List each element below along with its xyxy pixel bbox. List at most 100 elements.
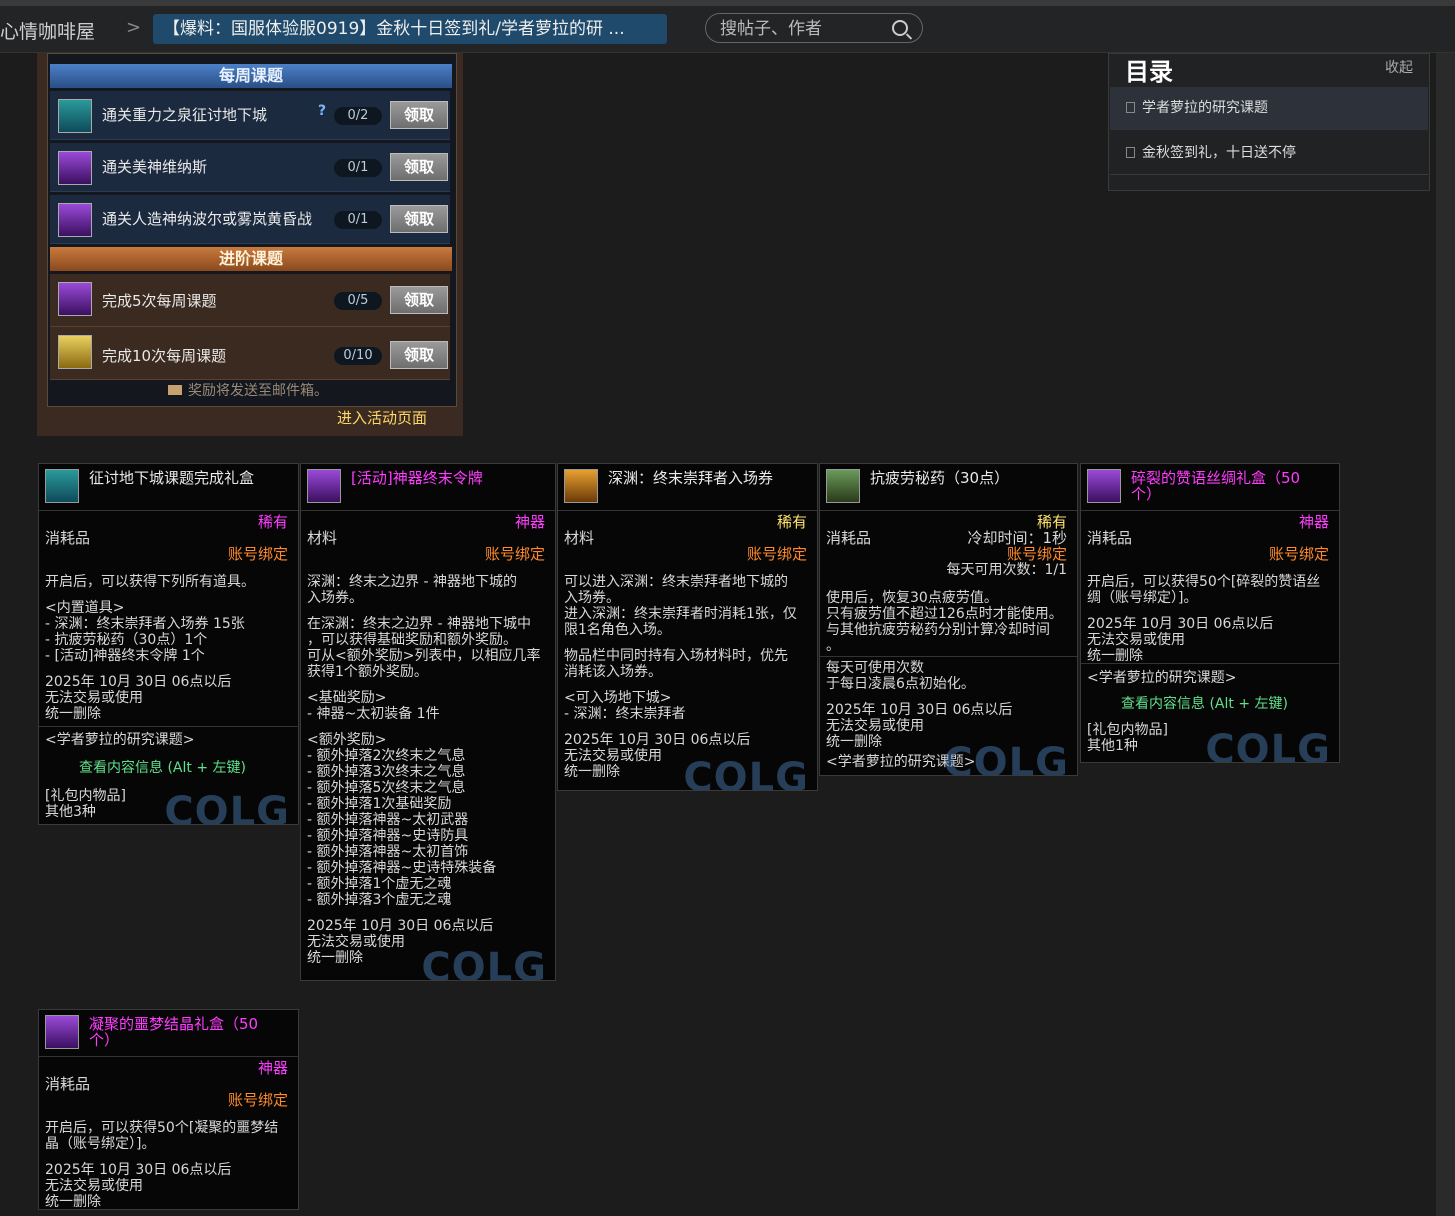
quest-label: 完成10次每周课题 [102,347,227,365]
item-bind: 账号绑定 [746,545,807,563]
item-description: 开启后，可以获得下列所有道具。 <内置道具> - 深渊：终末崇拜者入场券 15张… [45,574,294,722]
desc-line: 在深渊：终末之边界 - 神器地下城中 ，可以获得基础奖励和额外奖励。 可从<额外… [307,616,541,680]
item-type: 材料 [307,529,338,547]
item-rarity: 神器 [514,513,545,531]
tooltip-header: [活动]神器终末令牌 [301,464,555,511]
event-badge-icon [58,151,92,185]
desc-base-reward: <基础奖励> - 神器~太初装备 1件 [307,690,440,722]
item-type: 消耗品 [45,529,91,547]
enter-event-link[interactable]: 进入活动页面 [337,407,427,428]
breadcrumb-thread-title[interactable]: 【爆料：国服体验服0919】金秋十日签到礼/学者萝拉的研 ... [153,14,667,44]
breadcrumb-separator: > [126,17,142,38]
divider [820,656,1077,657]
colg-watermark: COLG [1205,727,1331,763]
item-type: 消耗品 [45,1075,91,1093]
search-input[interactable] [718,17,882,41]
desc-line: 物品栏中同时持有入场材料时，优先 消耗该入场券。 [564,648,788,680]
help-icon[interactable]: ? [318,103,326,119]
toc-item-label: 学者萝拉的研究课题 [1142,100,1268,116]
breadcrumb-site[interactable]: 心情咖啡屋 [0,17,95,44]
toc-title: 目录 [1125,58,1173,86]
item-name: 深渊：终末崇拜者入场券 [608,469,774,487]
quest-label: 通关美神维纳斯 [102,158,208,176]
toc-collapse-button[interactable]: 收起 [1385,57,1413,77]
desc-line: 深渊：终末之边界 - 神器地下城的 入场券。 [307,574,517,606]
tooltip-header: 碎裂的赞语丝绸礼盒（50 个） [1081,464,1339,511]
mail-note: 奖励将发送至邮件箱。 [168,380,328,400]
item-rarity: 神器 [257,1059,288,1077]
advanced-header: 进阶课题 [50,247,452,271]
window-strip [0,0,1455,6]
item-name: [活动]神器终末令牌 [351,469,483,487]
scrollbar[interactable] [1436,53,1455,1216]
item-bind: 账号绑定 [1006,545,1067,563]
item-bind: 账号绑定 [484,545,545,563]
item-name: 碎裂的赞语丝绸礼盒（50 个） [1131,469,1301,503]
item-tooltip: 征讨地下城课题完成礼盒 稀有 消耗品 账号绑定 开启后，可以获得下列所有道具。 … [38,463,299,825]
item-icon [826,469,860,503]
document-icon [1126,102,1135,113]
quest-label: 完成5次每周课题 [102,292,217,310]
claim-button[interactable]: 领取 [390,341,448,369]
search-box[interactable] [705,13,923,43]
mail-note-text: 奖励将发送至邮件箱。 [188,383,328,399]
colg-watermark: COLG [421,945,547,981]
item-name: 抗疲劳秘药（30点） [870,469,1010,487]
quest-row: 通关重力之泉征讨地下城 ? 0/2 领取 [50,91,450,140]
quest-progress: 0/2 [334,107,382,125]
desc-extra-reward: <额外奖励> - 额外掉落2次终末之气息 - 额外掉落3次终末之气息 - 额外掉… [307,732,497,908]
item-name: 征讨地下城课题完成礼盒 [89,469,255,487]
desc-expiry: 2025年 10月 30日 06点以后 无法交易或使用 统一删除 [45,1162,232,1210]
quest-row: 完成5次每周课题 0/5 领取 [50,274,450,327]
view-contents-hint[interactable]: 查看内容信息 (Alt + 左键) [1087,696,1335,712]
item-rarity: 稀有 [776,513,807,531]
claim-button[interactable]: 领取 [390,205,448,233]
item-tooltip: [活动]神器终末令牌 神器 材料 账号绑定 深渊：终末之边界 - 神器地下城的 … [300,463,556,981]
toc-item[interactable]: 学者萝拉的研究课题 [1110,87,1428,130]
quest-label: 通关人造神纳波尔或雾岚黄昏战 [102,210,313,228]
event-badge-icon [58,335,92,369]
event-badge-icon [58,203,92,237]
desc-line: 开启后，可以获得下列所有道具。 [45,574,255,590]
quest-row: 通关美神维纳斯 0/1 领取 [50,143,450,192]
quest-row: 完成10次每周课题 0/10 领取 [50,327,450,380]
event-badge-icon [58,282,92,316]
view-contents-hint[interactable]: 查看内容信息 (Alt + 左键) [45,760,294,776]
toc-item-label: 金秋签到礼，十日送不停 [1142,145,1296,161]
item-daily-uses: 每天可用次数：1/1 [946,562,1067,578]
item-cooldown: 冷却时间：1秒 [967,529,1067,547]
item-rarity: 稀有 [1036,513,1067,531]
toc-item[interactable]: 金秋签到礼，十日送不停 [1110,132,1428,175]
event-badge-icon [58,99,92,133]
mail-icon [168,385,182,395]
tooltip-header: 征讨地下城课题完成礼盒 [39,464,298,511]
claim-button[interactable]: 领取 [390,153,448,181]
quest-label: 通关重力之泉征讨地下城 [102,106,268,124]
quest-row: 通关人造神纳波尔或雾岚黄昏战 0/1 领取 [50,195,450,244]
item-rarity: 神器 [1298,513,1329,531]
desc-expiry: 2025年 10月 30日 06点以后 无法交易或使用 统一删除 [1087,616,1274,664]
item-icon [45,1015,79,1049]
item-type: 消耗品 [1087,529,1133,547]
claim-button[interactable]: 领取 [390,101,448,129]
claim-button[interactable]: 领取 [390,286,448,314]
desc-expiry: 2025年 10月 30日 06点以后 无法交易或使用 统一删除 [45,674,232,722]
item-bind: 账号绑定 [227,1091,288,1109]
item-tooltip: 深渊：终末崇拜者入场券 稀有 材料 账号绑定 可以进入深渊：终末崇拜者地下城的 … [557,463,818,791]
top-bar: 心情咖啡屋 > 【爆料：国服体验服0919】金秋十日签到礼/学者萝拉的研 ... [0,0,1455,53]
item-description: 开启后，可以获得50个[碎裂的赞语丝 绸（账号绑定）]。 2025年 10月 3… [1087,574,1335,664]
item-icon [307,469,341,503]
desc-dungeon: <可入场地下城> - 深渊：终末崇拜者 [564,690,686,722]
item-tooltip: 碎裂的赞语丝绸礼盒（50 个） 神器 消耗品 账号绑定 开启后，可以获得50个[… [1080,463,1340,763]
item-type: 消耗品 [826,529,872,547]
item-bind: 账号绑定 [1268,545,1329,563]
search-icon[interactable] [892,20,908,36]
item-tooltip: 凝聚的噩梦结晶礼盒（50 个） 神器 消耗品 账号绑定 开启后，可以获得50个[… [38,1009,299,1210]
table-of-contents: 目录 收起 学者萝拉的研究课题 金秋签到礼，十日送不停 [1108,53,1430,191]
tooltip-header: 凝聚的噩梦结晶礼盒（50 个） [39,1010,298,1057]
desc-line: 开启后，可以获得50个[碎裂的赞语丝 绸（账号绑定）]。 [1087,574,1321,606]
divider [39,726,298,727]
quest-window: 每周课题 通关重力之泉征讨地下城 ? 0/2 领取 通关美神维纳斯 0/1 领取… [47,53,457,407]
desc-line: 可以进入深渊：终末崇拜者地下城的 入场券。 进入深渊：终末崇拜者时消耗1张，仅 … [564,574,797,638]
event-tag: <学者萝拉的研究课题> [45,732,195,748]
